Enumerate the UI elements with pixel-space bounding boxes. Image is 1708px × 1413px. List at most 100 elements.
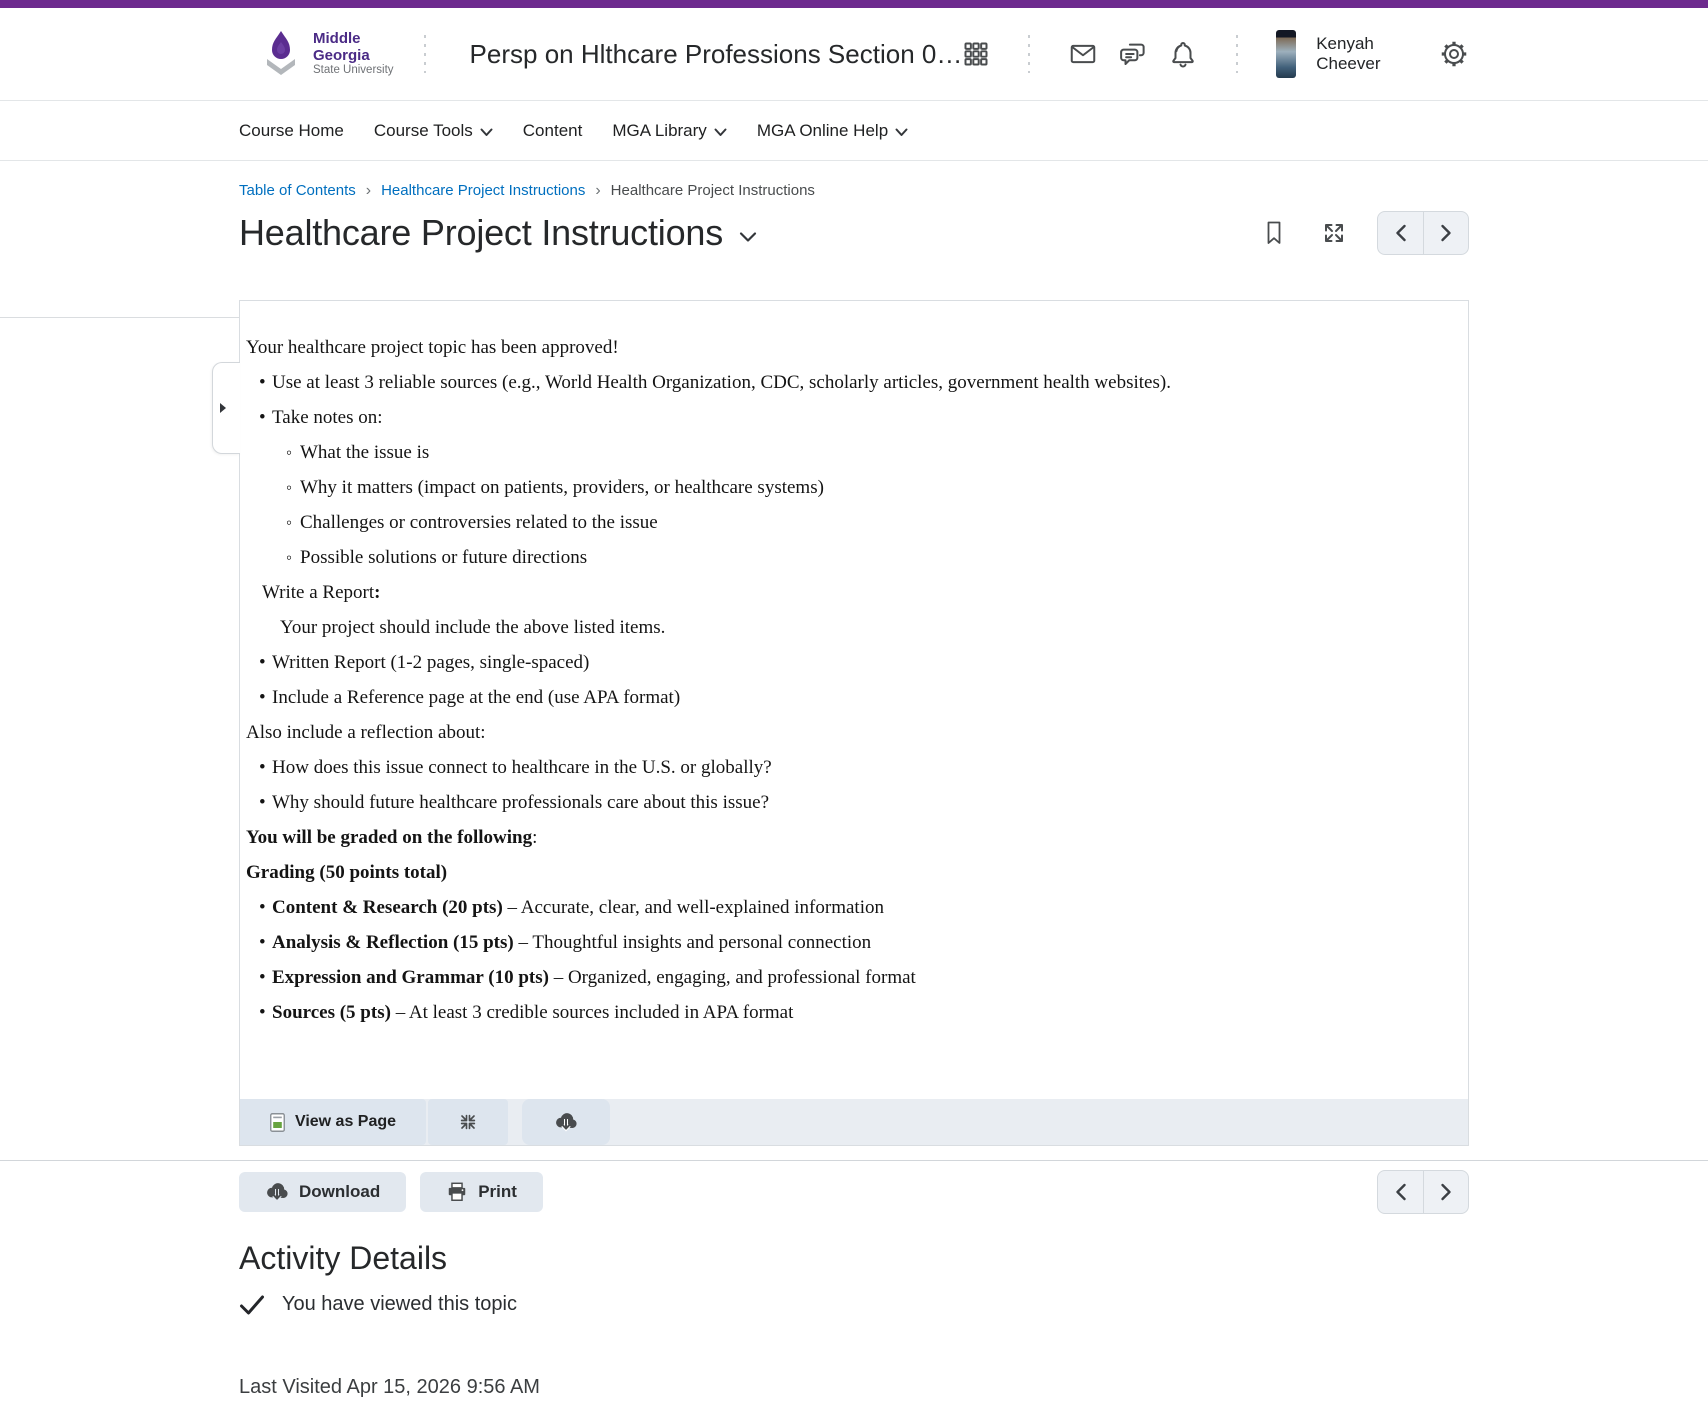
- collapse-viewer-button[interactable]: [428, 1099, 508, 1145]
- nav-item-mga-online-help[interactable]: MGA Online Help: [757, 121, 908, 141]
- course-title[interactable]: Persp on Hlthcare Professions Section 0…: [470, 39, 963, 70]
- bullet-marker: •: [259, 372, 272, 394]
- bullet-marker: ◦: [286, 442, 300, 464]
- download-label: Download: [299, 1182, 380, 1202]
- page-title: Healthcare Project Instructions: [239, 212, 723, 254]
- alerts-bell-icon: [1168, 39, 1198, 69]
- previous-topic-button[interactable]: [1378, 212, 1423, 254]
- bookmark-button[interactable]: [1257, 216, 1291, 250]
- user-name[interactable]: Kenyah Cheever: [1316, 34, 1417, 74]
- expand-triangle-icon: [220, 403, 226, 413]
- printer-icon: [446, 1181, 468, 1203]
- bullet-marker: •: [259, 757, 272, 779]
- view-as-page-button[interactable]: View as Page: [240, 1099, 426, 1145]
- paragraph: Also include a reflection about:: [246, 722, 1448, 744]
- app-grid-button[interactable]: [962, 37, 990, 71]
- nav-item-label: Course Tools: [374, 121, 473, 141]
- list-item: •How does this issue connect to healthca…: [246, 757, 1448, 779]
- download-button[interactable]: Download: [239, 1172, 406, 1212]
- nav-item-label: Content: [523, 121, 583, 141]
- bullet-marker: ◦: [286, 477, 300, 499]
- list-item: •Analysis & Reflection (15 pts) – Though…: [246, 932, 1448, 954]
- bottom-pager: [1377, 1170, 1469, 1214]
- cloud-download-icon: [265, 1181, 289, 1203]
- last-visited-text: Last Visited Apr 15, 2026 9:56 AM: [239, 1376, 1469, 1399]
- user-avatar[interactable]: [1276, 30, 1297, 78]
- sidebar-expand-handle[interactable]: [212, 362, 240, 454]
- list-item: •Use at least 3 reliable sources (e.g., …: [246, 372, 1448, 394]
- list-item: •Include a Reference page at the end (us…: [246, 687, 1448, 709]
- breadcrumb-item-3: Healthcare Project Instructions: [611, 182, 815, 199]
- nav-item-course-tools[interactable]: Course Tools: [374, 121, 493, 141]
- list-item: ◦Challenges or controversies related to …: [246, 512, 1448, 534]
- settings-gear-icon: [1439, 39, 1469, 69]
- bullet-marker: ◦: [286, 547, 300, 569]
- nav-item-label: MGA Library: [612, 121, 706, 141]
- chevron-down-icon: [895, 128, 908, 137]
- bullet-marker: •: [259, 792, 272, 814]
- list-item: •Written Report (1-2 pages, single-space…: [246, 652, 1448, 674]
- course-navbar-items: Course Home Course Tools Content MGA Librar…: [239, 101, 1469, 160]
- bullet-marker: •: [259, 687, 272, 709]
- fullscreen-button[interactable]: [1317, 216, 1351, 250]
- brand-top-strip: [0, 0, 1708, 8]
- settings-button[interactable]: [1439, 37, 1469, 71]
- section-divider: [0, 1160, 1708, 1161]
- bullet-marker: •: [259, 967, 272, 989]
- next-topic-button-bottom[interactable]: [1423, 1171, 1468, 1213]
- breadcrumb-separator: ›: [366, 183, 371, 199]
- chevron-left-icon: [1395, 1183, 1407, 1201]
- list-item: •Content & Research (20 pts) – Accurate,…: [246, 897, 1448, 919]
- print-button[interactable]: Print: [420, 1172, 543, 1212]
- breadcrumb-item-1[interactable]: Table of Contents: [239, 182, 356, 199]
- list-item: •Expression and Grammar (10 pts) – Organ…: [246, 967, 1448, 989]
- paragraph: You will be graded on the following:: [246, 827, 1448, 849]
- page-title-menu-chevron-icon[interactable]: [739, 231, 757, 243]
- alerts-button[interactable]: [1168, 37, 1198, 71]
- viewed-status-text: You have viewed this topic: [282, 1293, 517, 1316]
- activity-details-heading: Activity Details: [239, 1240, 1469, 1277]
- view-as-page-label: View as Page: [295, 1113, 396, 1131]
- breadcrumb: Table of Contents › Healthcare Project Ins…: [239, 182, 1469, 199]
- next-topic-button[interactable]: [1423, 212, 1468, 254]
- bullet-marker: •: [259, 932, 272, 954]
- list-item: •Take notes on:: [246, 407, 1448, 429]
- list-item: •Why should future healthcare profession…: [246, 792, 1448, 814]
- bullet-marker: ◦: [286, 512, 300, 534]
- site-header: Middle Georgia State University Persp on…: [0, 8, 1708, 101]
- logo-institution-name: Middle Georgia: [313, 31, 406, 64]
- email-button[interactable]: [1068, 37, 1098, 71]
- collapse-arrows-icon: [459, 1113, 477, 1131]
- chevron-left-icon: [1395, 224, 1407, 242]
- chat-bubbles-icon: [1118, 39, 1148, 69]
- chat-button[interactable]: [1118, 37, 1148, 71]
- paragraph: Your healthcare project topic has been a…: [246, 337, 1448, 359]
- nav-item-content[interactable]: Content: [523, 121, 583, 141]
- nav-item-mga-library[interactable]: MGA Library: [612, 121, 726, 141]
- flame-chevron-logo-icon: [259, 29, 303, 79]
- dotted-divider: [1028, 35, 1030, 73]
- viewer-download-button[interactable]: [522, 1099, 610, 1145]
- bookmark-icon: [1266, 221, 1282, 245]
- chevron-down-icon: [480, 128, 493, 137]
- app-grid-icon: [962, 40, 990, 68]
- bullet-marker: •: [259, 652, 272, 674]
- email-envelope-icon: [1068, 39, 1098, 69]
- viewer-toolbar: View as Page: [240, 1099, 1468, 1145]
- nav-item-course-home[interactable]: Course Home: [239, 121, 344, 141]
- paragraph: Grading (50 points total): [246, 862, 1448, 884]
- content-viewer: Your healthcare project topic has been a…: [239, 300, 1469, 1146]
- paragraph: Your project should include the above li…: [280, 617, 1448, 639]
- document-body: Your healthcare project topic has been a…: [240, 301, 1468, 1099]
- dotted-divider: [1236, 35, 1238, 73]
- top-pager: [1377, 211, 1469, 255]
- university-logo[interactable]: Middle Georgia State University: [259, 29, 406, 79]
- course-navbar: Course Home Course Tools Content MGA Librar…: [0, 101, 1708, 161]
- nav-item-label: Course Home: [239, 121, 344, 141]
- previous-topic-button-bottom[interactable]: [1378, 1171, 1423, 1213]
- paragraph: Write a Report:: [262, 582, 1448, 604]
- chevron-down-icon: [714, 128, 727, 137]
- left-panel-divider: [0, 317, 239, 318]
- dotted-divider: [424, 35, 426, 73]
- breadcrumb-item-2[interactable]: Healthcare Project Instructions: [381, 182, 585, 199]
